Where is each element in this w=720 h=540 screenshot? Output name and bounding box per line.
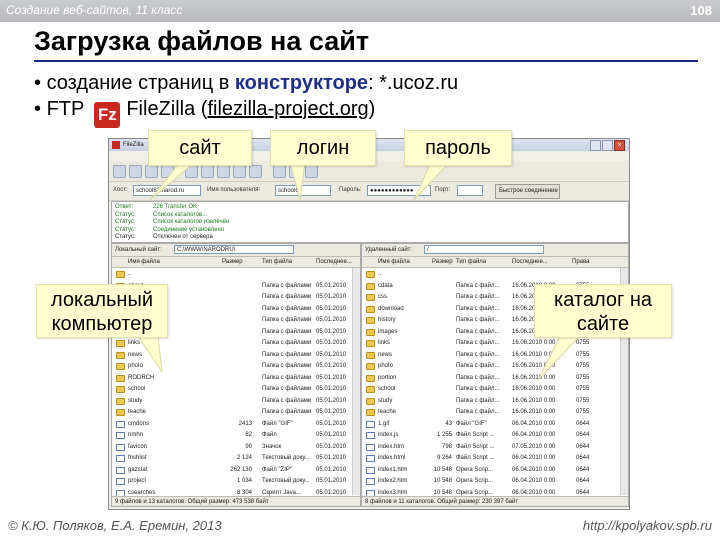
callout-tails <box>137 161 582 381</box>
footer-url[interactable]: http://kpolyakov.spb.ru <box>583 518 712 533</box>
remote-callout-tail <box>537 335 582 381</box>
password-callout-tail <box>413 163 450 201</box>
login-callout-tail <box>289 161 306 201</box>
footer-authors: © К.Ю. Поляков, Е.А. Еремин, 2013 <box>8 518 222 533</box>
login-callout: логин <box>270 130 376 166</box>
site-callout: сайт <box>148 130 252 166</box>
remote-catalog-callout: каталог на сайте <box>534 284 672 338</box>
local-computer-callout: локальный компьютер <box>36 284 168 338</box>
site-callout-tail <box>149 161 197 201</box>
password-callout: пароль <box>404 130 512 166</box>
local-callout-tail <box>137 335 163 373</box>
